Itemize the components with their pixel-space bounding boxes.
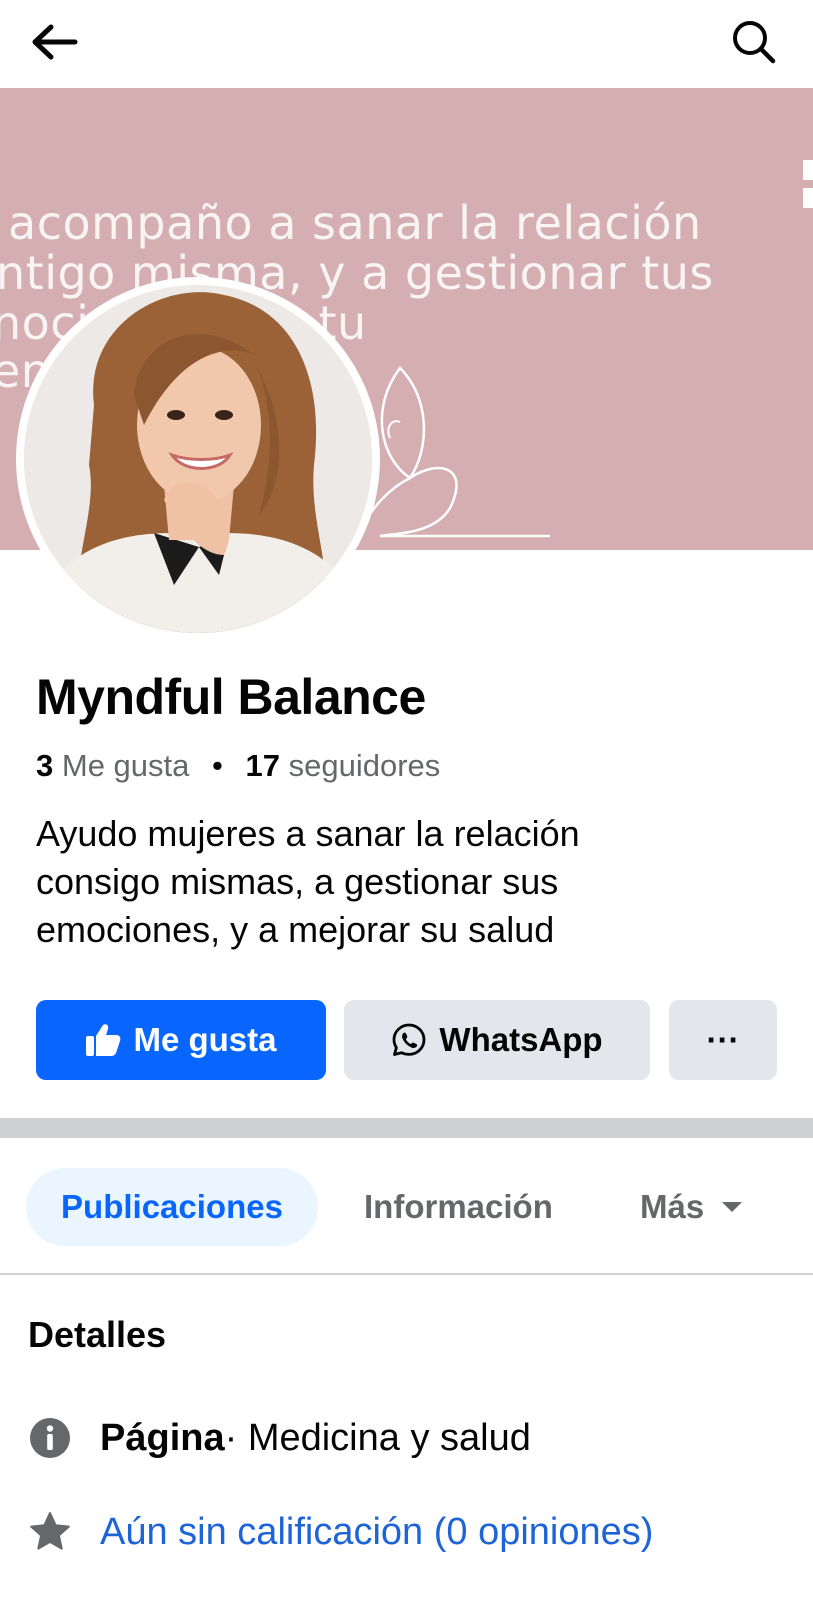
detail-category-text: · Medicina y salud — [224, 1416, 531, 1459]
more-options-button[interactable]: ··· — [669, 1000, 777, 1080]
tab-information[interactable]: Información — [364, 1168, 553, 1246]
tab-label: Más — [640, 1188, 705, 1225]
detail-rating[interactable]: Aún sin calificación (0 opiniones) — [28, 1510, 653, 1554]
profile-photo-illustration — [24, 285, 372, 633]
page-title: Myndful Balance — [36, 669, 426, 725]
like-page-button[interactable]: Me gusta — [36, 1000, 326, 1080]
page-stats: 3 Me gusta • 17 seguidores — [36, 748, 440, 784]
search-button[interactable] — [726, 16, 782, 68]
whatsapp-button[interactable]: WhatsApp — [344, 1000, 650, 1080]
page-bio: Ayudo mujeres a sanar la relación consig… — [36, 810, 776, 954]
whatsapp-icon — [393, 1023, 426, 1056]
cover-decoration — [803, 160, 813, 208]
info-icon — [28, 1416, 72, 1460]
cover-text-line: acompaño a sanar la relación — [8, 196, 702, 250]
like-button-label: Me gusta — [133, 1021, 277, 1058]
details-heading: Detalles — [28, 1314, 167, 1355]
detail-type-label: Página — [100, 1416, 225, 1459]
likes-count: 3 — [36, 748, 54, 783]
back-button[interactable] — [26, 18, 82, 66]
arrow-left-icon — [32, 24, 78, 60]
section-divider — [0, 1118, 813, 1138]
search-icon — [733, 21, 776, 64]
tabs-divider — [0, 1273, 813, 1275]
profile-avatar[interactable] — [24, 285, 372, 633]
tab-more[interactable]: Más — [640, 1168, 743, 1246]
followers-count[interactable]: 17 — [246, 748, 280, 783]
cover-text-line: ntigo misma, y a gestionar tus — [0, 246, 714, 300]
separator-dot: • — [212, 748, 223, 783]
caret-down-icon — [722, 1202, 743, 1212]
top-bar — [0, 0, 813, 88]
more-dots-icon: ··· — [706, 1021, 740, 1058]
tab-label: Información — [364, 1188, 553, 1225]
bio-line: Ayudo mujeres a sanar la relación — [36, 813, 580, 854]
bio-line: emociones, y a mejorar su salud — [36, 909, 555, 950]
star-icon — [28, 1510, 72, 1554]
thumbs-up-icon — [86, 1024, 121, 1056]
bio-line: consigo mismas, a gestionar sus — [36, 861, 559, 902]
whatsapp-button-label: WhatsApp — [439, 1021, 603, 1058]
likes-label: Me gusta — [61, 748, 190, 783]
rating-link[interactable]: Aún sin calificación (0 opiniones) — [100, 1511, 653, 1554]
detail-page-category: Página · Medicina y salud — [28, 1416, 531, 1460]
followers-label[interactable]: seguidores — [289, 748, 441, 783]
tab-posts[interactable]: Publicaciones — [26, 1168, 318, 1246]
tab-label: Publicaciones — [61, 1188, 283, 1225]
